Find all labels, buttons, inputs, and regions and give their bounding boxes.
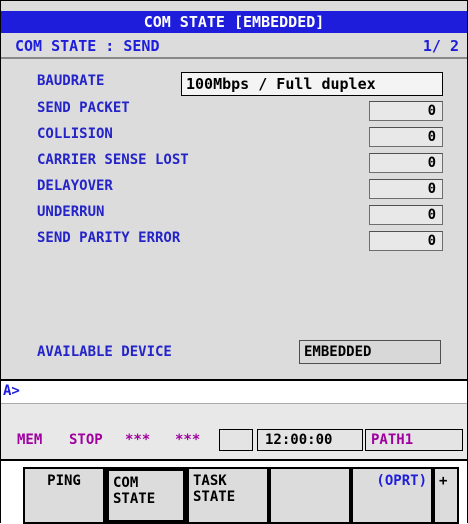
command-line[interactable]: A> <box>1 379 467 403</box>
counter-value: 0 <box>369 231 443 251</box>
status-flags-1: *** <box>125 432 151 448</box>
softkey-label: STATE <box>193 489 236 505</box>
counter-value: 0 <box>369 205 443 225</box>
softkey-next[interactable]: + <box>433 467 459 524</box>
counter-label: DELAYOVER <box>37 178 113 194</box>
counter-value: 0 <box>369 127 443 147</box>
counter-value: 0 <box>369 179 443 199</box>
available-device-label: AVAILABLE DEVICE <box>37 344 172 360</box>
counter-label: UNDERRUN <box>37 204 105 220</box>
counter-label: SEND PARITY ERROR <box>37 230 181 246</box>
softkey-label: TASK <box>193 473 227 489</box>
status-state: STOP <box>69 432 103 448</box>
counter-label: COLLISION <box>37 126 113 142</box>
screen-title-text: COM STATE [EMBEDDED] <box>143 13 325 31</box>
counter-value: 0 <box>369 153 443 173</box>
status-empty-box <box>219 429 253 451</box>
command-prompt: A> <box>3 383 20 399</box>
screen-title: COM STATE [EMBEDDED] <box>1 11 467 33</box>
status-mode: MEM <box>17 432 43 448</box>
softkey-operation[interactable]: (OPRT) <box>351 467 433 524</box>
softkey-label: COM <box>113 475 139 491</box>
softkey-label: + <box>439 473 448 489</box>
counter-label: SEND PACKET <box>37 100 130 116</box>
status-time: 12:00:00 <box>265 432 333 448</box>
softkey-label: (OPRT) <box>376 473 427 489</box>
sub-header: COM STATE : SEND 1/ 2 <box>1 35 467 59</box>
softkey-blank[interactable] <box>269 467 351 524</box>
page-indicator: 1/ 2 <box>422 37 459 55</box>
softkey-label: PING <box>47 473 81 489</box>
softkey-task-state[interactable]: TASK STATE <box>187 467 269 524</box>
status-path: PATH1 <box>371 432 414 448</box>
counter-value: 0 <box>369 101 443 121</box>
status-flags-2: *** <box>175 432 201 448</box>
softkey-label: STATE <box>113 491 156 507</box>
available-device-value: EMBEDDED <box>299 340 441 364</box>
softkey-bar: PING COM STATE TASK STATE (OPRT) + <box>1 459 467 524</box>
baudrate-label: BAUDRATE <box>37 73 105 89</box>
section-label: COM STATE : SEND <box>15 37 160 55</box>
softkey-ping[interactable]: PING <box>23 467 105 524</box>
counter-label: CARRIER SENSE LOST <box>37 152 189 168</box>
cnc-screen: COM STATE [EMBEDDED] COM STATE : SEND 1/… <box>0 0 468 524</box>
softkey-com-state[interactable]: COM STATE <box>105 467 187 524</box>
baudrate-value: 100Mbps / Full duplex <box>181 72 443 96</box>
